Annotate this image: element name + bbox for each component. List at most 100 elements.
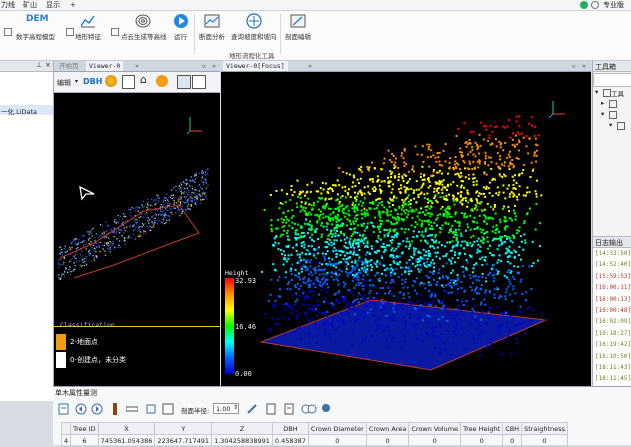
ribbon: DEM 数字高程模型 地形特征 点云生成等高线 运行 断面分析 查询坡度和坡向 … (0, 11, 631, 61)
table-cell[interactable]: 0 (408, 434, 462, 447)
table-cell[interactable]: 0 (502, 434, 523, 447)
column-header[interactable]: Straightness (521, 422, 568, 435)
table-cell[interactable]: 0 (307, 434, 367, 447)
table-cell[interactable]: 223647.717491 (154, 434, 213, 447)
tree-item-tools[interactable]: 工具 (611, 88, 624, 98)
tree-expand-icon[interactable]: ▾ (601, 110, 604, 118)
palette-icon[interactable] (105, 75, 117, 87)
measure-line-icon[interactable] (126, 403, 138, 415)
left-viewer-canvas[interactable]: Classification 2-地面点 0-创建点，未分类 (54, 93, 220, 386)
dem-label[interactable]: 数字高程模型 (16, 31, 55, 41)
close-icon[interactable]: × (579, 61, 589, 71)
menu-item-mine[interactable]: 矿山 (23, 0, 37, 10)
terrain-feature-icon[interactable] (80, 14, 96, 28)
forest-point-cloud[interactable] (221, 72, 591, 386)
tree-attribute-panel: 单木属性量测 剖面半径: 1.00 ⇕ Tree ID X Y Z DBH Crown D… (53, 386, 631, 447)
table-cell[interactable]: 4 (60, 434, 72, 447)
document-icon[interactable] (265, 403, 277, 415)
menu-item-power[interactable]: 力线 (1, 0, 15, 10)
column-header[interactable]: Tree Height (460, 422, 504, 435)
table-cell[interactable]: 0.458387 (271, 434, 309, 447)
restore-icon[interactable]: ▫ (199, 61, 209, 71)
table-cell[interactable]: 0 (521, 434, 568, 447)
column-header[interactable] (60, 422, 72, 435)
tab-viewer-0[interactable]: Viewer-0 (86, 61, 124, 71)
user-label[interactable]: 专业版 (603, 0, 624, 10)
dem-icon[interactable]: DEM (26, 14, 49, 24)
tab-close-icon[interactable]: × (305, 61, 315, 71)
table-header-row: Tree ID X Y Z DBH Crown Diameter Crown Area Cro… (60, 422, 568, 435)
run-icon[interactable] (173, 13, 189, 29)
table-cell[interactable]: 1.304258838991 (211, 434, 273, 447)
chevron-down-icon[interactable]: ▾ (75, 78, 78, 85)
column-header[interactable]: CBH (502, 422, 523, 435)
right-viewer-canvas[interactable]: Height 32.93 16.46 0.00 (221, 72, 591, 386)
home-icon[interactable]: ⌂ (140, 74, 152, 86)
close-icon[interactable]: × (209, 61, 219, 71)
column-header[interactable]: Crown Volume (408, 422, 462, 435)
column-header[interactable]: Z (211, 422, 273, 435)
section-analysis-label[interactable]: 断面分析 (199, 31, 225, 41)
close-icon[interactable]: × (45, 61, 51, 69)
tab-viewer-focus[interactable]: Viewer-0[Focus] (223, 61, 288, 71)
radius-input[interactable]: 1.00 ⇕ (213, 403, 239, 414)
report-icon[interactable] (283, 403, 295, 415)
left-viewer-tabstrip: 开始页 Viewer-0 × ▫ × (54, 61, 220, 72)
prev-icon[interactable] (75, 403, 87, 415)
log-header: 日志输出 (593, 236, 631, 248)
crop-icon[interactable] (145, 403, 157, 415)
pin-icon[interactable]: ⊥ (36, 61, 42, 69)
menu-item-display[interactable]: 显示 (46, 0, 60, 10)
pencil-icon[interactable] (246, 403, 258, 415)
settings-icon[interactable] (156, 75, 168, 87)
column-header[interactable]: Crown Area (365, 422, 410, 435)
batch-icon[interactable] (301, 403, 317, 415)
section-analysis-icon[interactable] (204, 14, 220, 28)
toolbox-search-input[interactable] (593, 73, 631, 87)
profile-edit-icon[interactable] (290, 14, 306, 28)
profile-edit-label[interactable]: 剖面编辑 (285, 31, 311, 41)
dem-checkbox[interactable] (4, 28, 12, 36)
log-line: [16:18:27] (595, 329, 631, 337)
dbh-button[interactable]: DBH (83, 77, 102, 86)
restore-icon[interactable]: ▫ (569, 61, 579, 71)
contour-icon[interactable] (135, 13, 151, 29)
chart-icon[interactable] (177, 75, 191, 89)
column-header[interactable]: Y (154, 422, 213, 435)
column-header[interactable]: X (97, 422, 156, 435)
menu-item-add[interactable]: + (70, 0, 76, 10)
column-header[interactable]: Tree ID (70, 422, 99, 435)
table-cell[interactable]: 0 (365, 434, 410, 447)
contour-label[interactable]: 点云生成等高线 (121, 31, 167, 41)
user-avatar-icon[interactable] (580, 1, 588, 9)
table-cell[interactable]: 745361.054386 (97, 434, 156, 447)
table-row[interactable]: 4 6 745361.054386 223647.717491 1.3042588389… (60, 434, 568, 447)
tree-expand-icon[interactable]: ▾ (595, 88, 598, 96)
terrain-checkbox[interactable] (66, 28, 74, 36)
edit-menu[interactable]: 编辑 (57, 78, 71, 88)
table-cell[interactable]: 6 (70, 434, 99, 447)
contour-checkbox[interactable] (111, 28, 119, 36)
spin-icon[interactable]: ⇕ (233, 404, 238, 411)
help-icon[interactable] (591, 1, 599, 9)
slope-aspect-label[interactable]: 查询坡度和坡向 (231, 31, 277, 41)
pin-icon[interactable] (320, 403, 332, 415)
trunk-icon[interactable] (109, 403, 121, 415)
column-header[interactable]: DBH (271, 422, 309, 435)
tab-start-page[interactable]: 开始页 (56, 61, 82, 71)
crown-icon[interactable] (162, 403, 174, 415)
tab-close-icon[interactable]: × (132, 61, 142, 71)
terrain-feature-label[interactable]: 地形特征 (75, 31, 101, 41)
log-line: [15:59:53] (595, 272, 631, 280)
tree-expand-icon[interactable]: ▾ (609, 121, 612, 129)
tree-expand-icon[interactable]: ▸ (601, 99, 604, 107)
export-icon[interactable] (58, 403, 70, 415)
run-label[interactable]: 运行 (174, 31, 187, 41)
slope-aspect-icon[interactable] (246, 13, 262, 29)
project-item[interactable]: 一化.LiData (0, 105, 53, 116)
image-icon[interactable] (192, 75, 206, 89)
next-icon[interactable] (91, 403, 103, 415)
add-document-icon[interactable] (122, 75, 135, 89)
table-cell[interactable]: 0 (460, 434, 504, 447)
column-header[interactable]: Crown Diameter (307, 422, 367, 435)
